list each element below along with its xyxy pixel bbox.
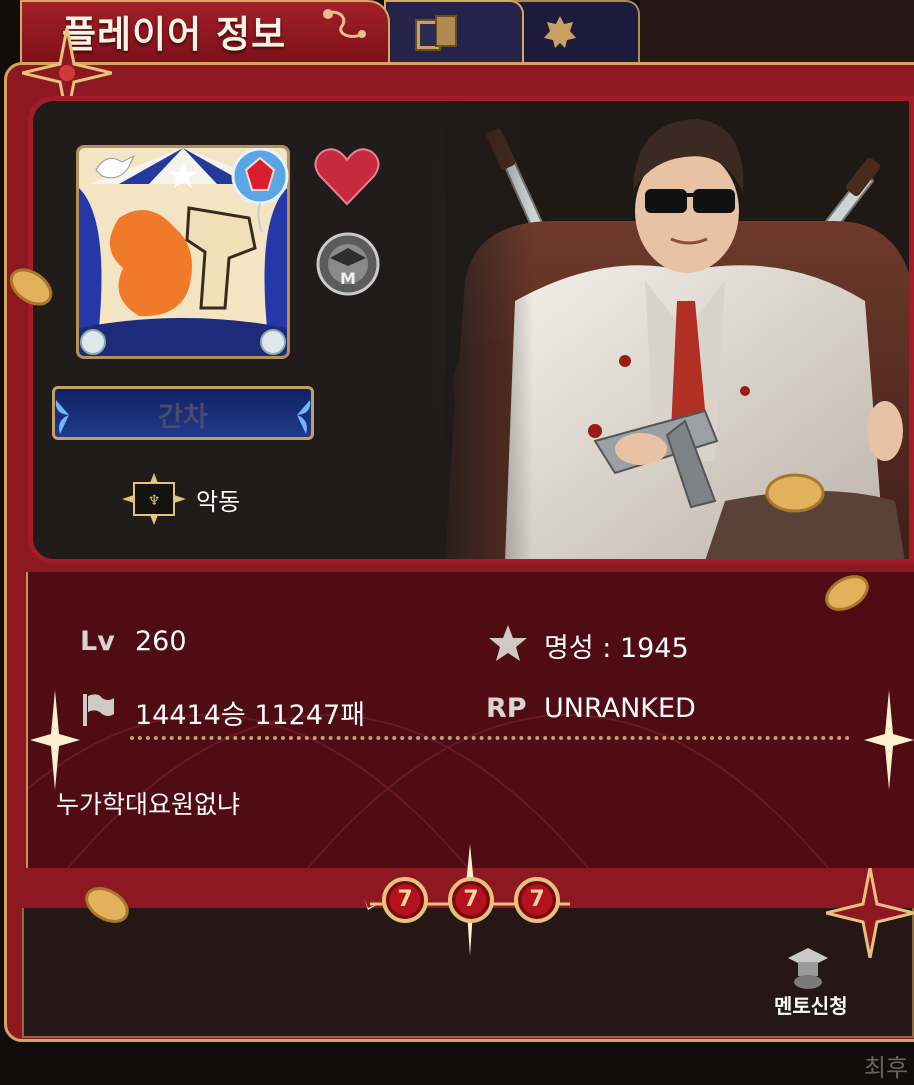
dotted-divider	[130, 736, 850, 744]
heart-icon[interactable]	[314, 146, 380, 206]
sparkle-icon	[30, 690, 80, 790]
star-icon	[489, 625, 527, 661]
rp-label: RP	[486, 693, 527, 724]
bio-text: 누가학대요원없냐	[56, 790, 241, 819]
level-label: Lv	[80, 626, 115, 657]
butterfly-icon	[55, 400, 69, 434]
svg-text:M: M	[340, 269, 356, 288]
top-bar-background	[640, 0, 914, 64]
tab-cards[interactable]	[384, 0, 524, 62]
graduation-cap-icon[interactable]	[786, 944, 830, 990]
jackpot-digit: 7	[448, 877, 494, 923]
nickname: 간차	[158, 402, 208, 433]
rp-value: UNRANKED	[544, 693, 696, 724]
mentor-medal-icon[interactable]: M	[316, 232, 380, 296]
jackpot-digit: 7	[382, 877, 428, 923]
flag-icon	[83, 694, 114, 726]
level-value: 260	[135, 626, 187, 657]
butterfly-icon	[297, 400, 311, 434]
nickname-plate[interactable]: 간차	[52, 386, 314, 440]
win-loss-record: 14414승 11247패	[135, 700, 366, 731]
fame-value: 명성 : 1945	[544, 633, 689, 664]
corner-text: 최후	[864, 1054, 909, 1082]
dove-icon	[95, 154, 136, 179]
balloon-gem-icon	[231, 148, 289, 232]
coin-icon	[85, 887, 129, 923]
star-ornament-icon	[826, 868, 914, 958]
sparkle-icon	[864, 690, 914, 790]
ornament-icon	[323, 9, 366, 38]
svg-text:♆: ♆	[148, 493, 161, 509]
mentor-request-button[interactable]: 멘토신청	[774, 990, 848, 1019]
coin-icon	[9, 268, 53, 306]
title-badge-icon: ♆	[122, 473, 186, 525]
title-name: 악동	[196, 488, 241, 516]
badge-icon	[544, 16, 576, 48]
jackpot-digit: 7	[514, 877, 560, 923]
coin-icon	[825, 575, 869, 611]
cards-icon	[415, 15, 457, 51]
